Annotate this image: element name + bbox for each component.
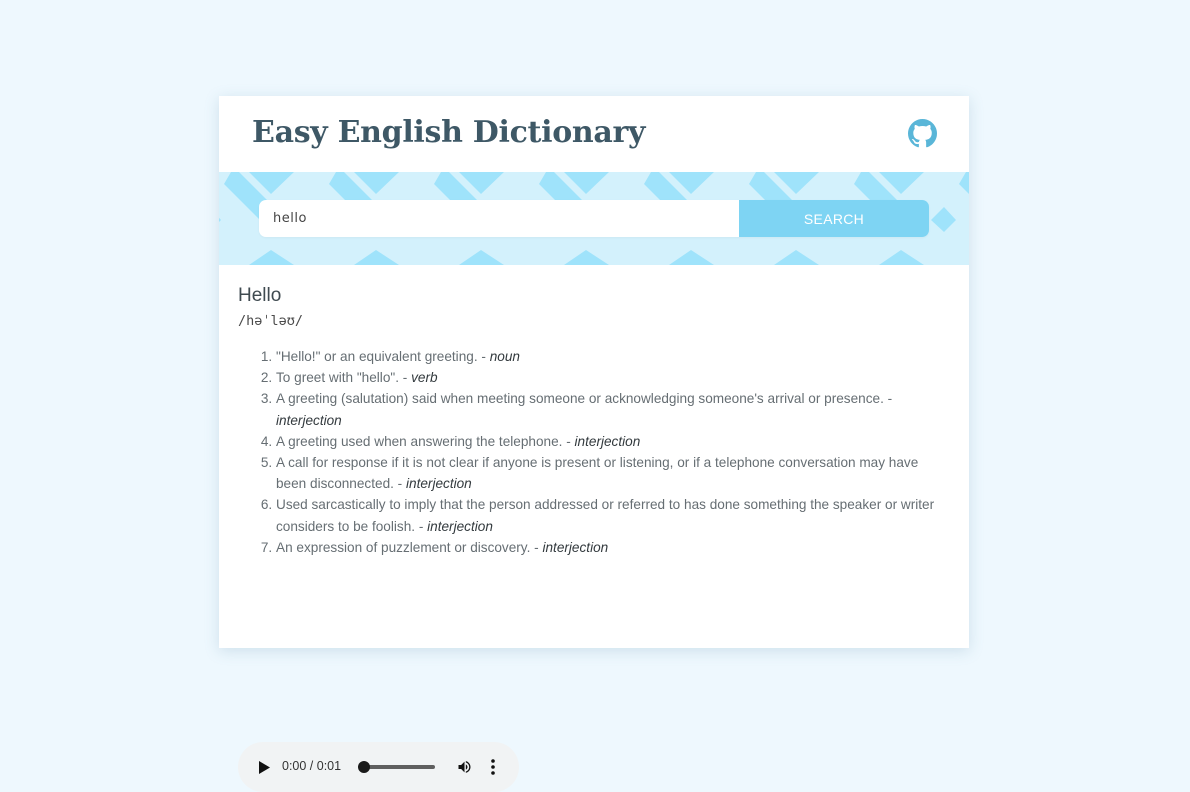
definition-text: "Hello!" or an equivalent greeting. <box>276 349 478 364</box>
separator: - <box>883 391 893 407</box>
list-item: Used sarcastically to imply that the per… <box>276 494 950 536</box>
more-options-icon[interactable] <box>489 758 497 776</box>
list-item: A call for response if it is not clear i… <box>276 452 950 494</box>
list-item: "Hello!" or an equivalent greeting. - no… <box>276 346 950 367</box>
part-of-speech: noun <box>489 349 520 364</box>
list-item: An expression of puzzlement or discovery… <box>276 537 950 558</box>
audio-progress-track[interactable] <box>360 765 435 769</box>
app-title: Easy English Dictionary <box>252 115 646 150</box>
meanings-list: "Hello!" or an equivalent greeting. - no… <box>238 346 950 558</box>
list-item: A greeting (salutation) said when meetin… <box>276 388 950 430</box>
definition-text: A greeting (salutation) said when meetin… <box>276 391 884 407</box>
audio-time: 0:00 / 0:01 <box>282 759 342 773</box>
part-of-speech: interjection <box>427 518 493 534</box>
part-of-speech: interjection <box>406 476 472 492</box>
phonetic-text: /həˈləʊ/ <box>238 313 304 329</box>
github-icon <box>908 119 937 148</box>
definition-text: To greet with "hello". <box>276 370 399 386</box>
definition-text: Used sarcastically to imply that the per… <box>276 497 935 534</box>
separator: - <box>530 539 543 555</box>
dictionary-card: Easy English Dictionary SEARCH <box>219 96 969 792</box>
definition-text: A call for response if it is not clear i… <box>276 455 919 492</box>
separator: - <box>562 433 575 449</box>
word-heading: Hello <box>238 285 282 306</box>
search-input[interactable] <box>259 200 739 237</box>
part-of-speech: interjection <box>542 539 609 555</box>
play-icon[interactable] <box>258 761 270 774</box>
part-of-speech: interjection <box>574 433 641 449</box>
part-of-speech: interjection <box>276 412 342 428</box>
header: Easy English Dictionary <box>219 96 969 172</box>
definition-text: An expression of puzzlement or discovery… <box>276 539 531 555</box>
audio-player: 0:00 / 0:01 <box>238 742 519 792</box>
separator: - <box>399 370 412 386</box>
separator: - <box>477 349 490 364</box>
volume-icon[interactable] <box>456 759 473 775</box>
github-link[interactable] <box>908 119 937 148</box>
search-banner: SEARCH <box>219 172 969 265</box>
audio-progress-thumb[interactable] <box>358 761 370 773</box>
search-bar: SEARCH <box>259 200 929 237</box>
separator: - <box>415 518 428 534</box>
separator: - <box>393 476 406 492</box>
part-of-speech: verb <box>411 370 438 386</box>
definition-text: A greeting used when answering the telep… <box>276 433 563 449</box>
list-item: To greet with "hello". - verb <box>276 367 950 388</box>
list-item: A greeting used when answering the telep… <box>276 431 950 452</box>
search-button[interactable]: SEARCH <box>739 200 929 237</box>
